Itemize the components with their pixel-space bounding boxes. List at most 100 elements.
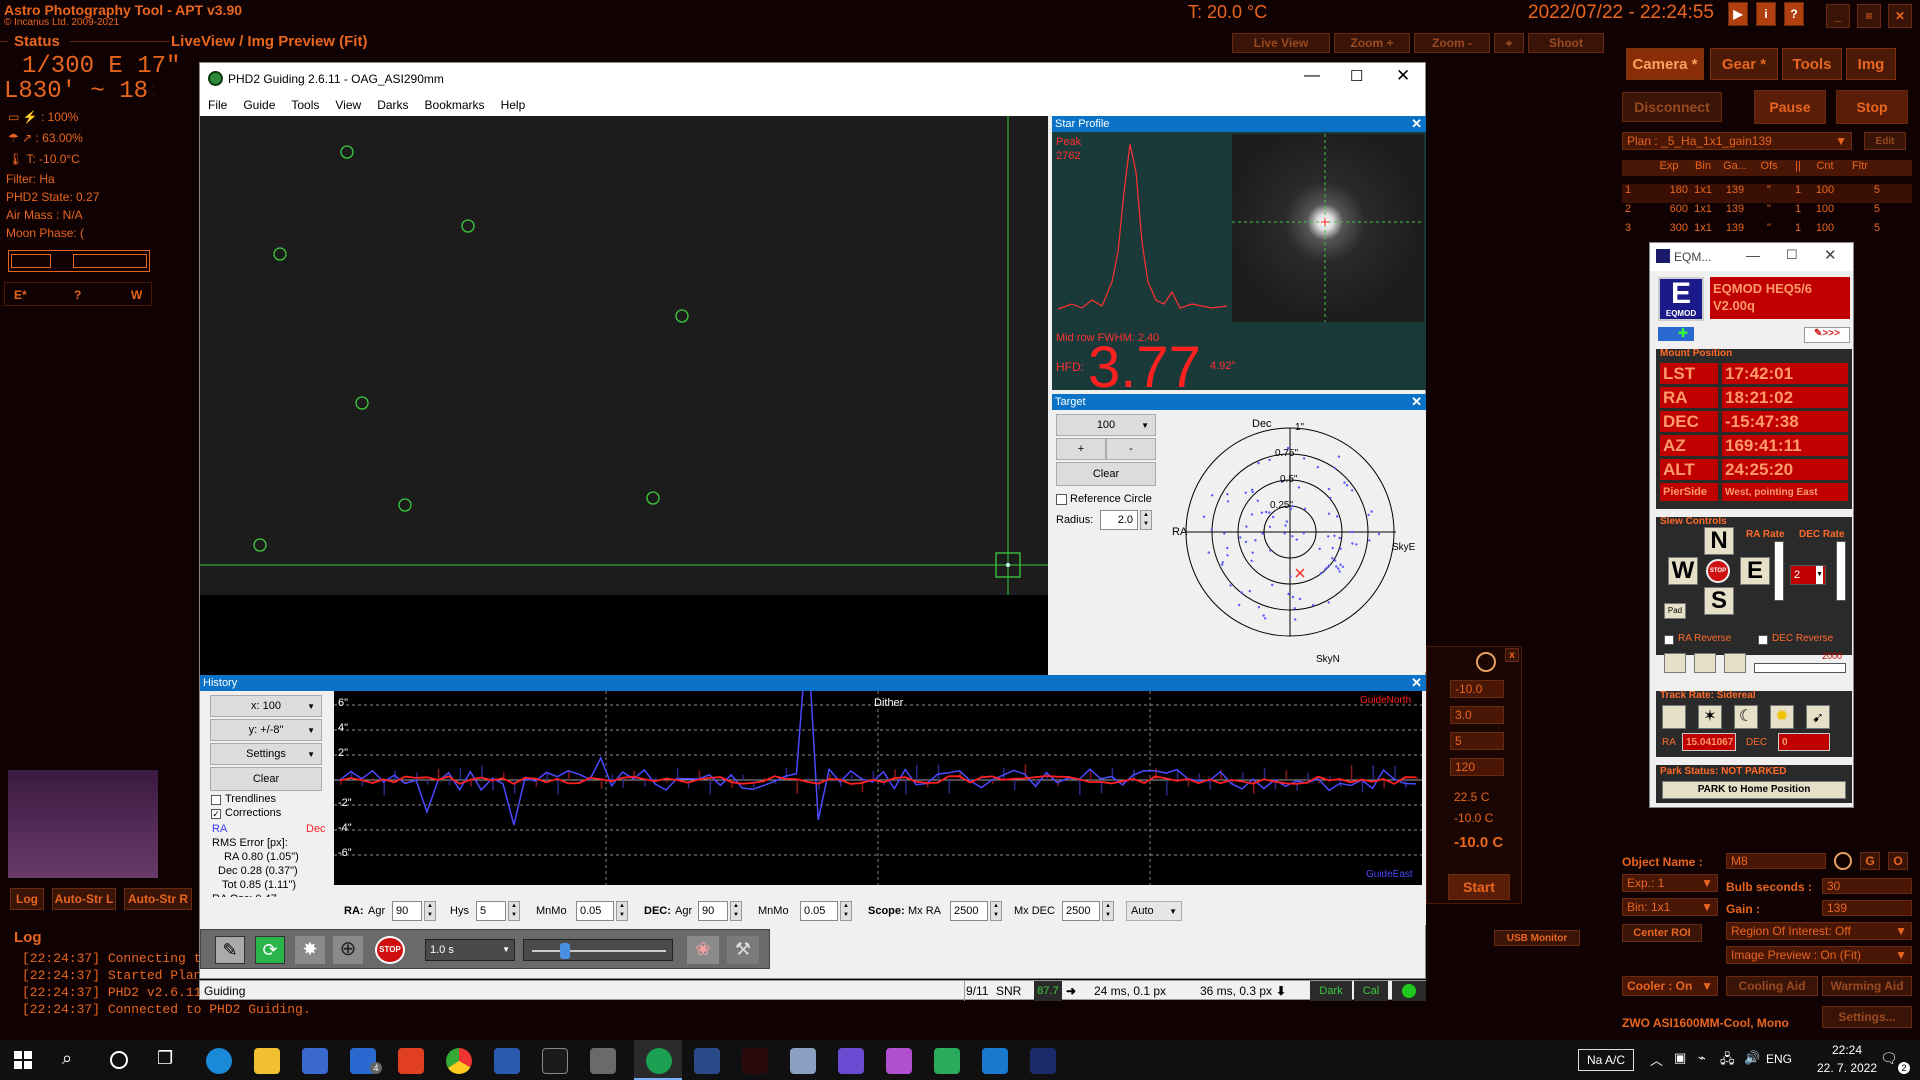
rate-select[interactable]: 2 ▼ <box>1790 565 1826 585</box>
guide-mode-select[interactable]: Auto ▼ <box>1126 901 1182 921</box>
zoom-in-button[interactable]: Zoom + <box>1334 33 1410 53</box>
cortana-icon[interactable] <box>110 1051 128 1069</box>
tray-chevron-icon[interactable]: ︿ <box>1650 1050 1663 1069</box>
loop-icon[interactable]: ⟳ <box>255 936 285 964</box>
minimize-icon[interactable]: — <box>1304 67 1320 85</box>
apt-taskbar-icon[interactable] <box>742 1048 768 1074</box>
cooler-select[interactable]: Cooler : On ▼ <box>1622 976 1718 996</box>
help-icon[interactable]: ? <box>1784 2 1804 26</box>
corrections-checkbox[interactable]: ✓ <box>211 809 221 819</box>
history-settings-select[interactable]: Settings ▼ <box>210 743 322 765</box>
track-stop-icon[interactable] <box>1662 705 1686 729</box>
ref-circle-checkbox[interactable] <box>1056 494 1067 505</box>
dec-agr-spinner[interactable]: ▲ ▼ <box>730 901 742 921</box>
table-row[interactable]: 3 300 1x1 139 " 1 100 5 <box>1622 222 1912 241</box>
close-icon[interactable]: x <box>1505 648 1519 662</box>
clock-time[interactable]: 22:24 <box>1812 1043 1882 1057</box>
shoot-button[interactable]: Shoot <box>1528 33 1604 53</box>
ra-hys-spinner[interactable]: ▲ ▼ <box>508 901 520 921</box>
o-button[interactable]: O <box>1888 852 1908 870</box>
dec-rate-slider[interactable] <box>1836 541 1846 601</box>
mxra-input[interactable]: 2500 <box>950 901 988 921</box>
search-icon[interactable]: ⌕ <box>62 1048 72 1069</box>
menu-help[interactable]: Help <box>493 98 534 112</box>
target-clear-button[interactable]: Clear <box>1056 462 1156 486</box>
stop-button[interactable]: Stop <box>1836 90 1908 124</box>
close-icon[interactable]: ✕ <box>1411 116 1422 132</box>
ra-hys-input[interactable]: 5 <box>476 901 506 921</box>
settings-button[interactable]: Settings... <box>1822 1006 1912 1028</box>
app-icon[interactable] <box>790 1048 816 1074</box>
menu-guide[interactable]: Guide <box>235 98 283 112</box>
guide-image-area[interactable] <box>200 116 1048 736</box>
menu-view[interactable]: View <box>327 98 369 112</box>
auto-str-r-button[interactable]: Auto-Str R <box>124 888 192 910</box>
spiral-icon[interactable] <box>1724 653 1746 673</box>
park-button[interactable]: PARK to Home Position <box>1662 781 1846 799</box>
maximize-icon[interactable]: ≡ <box>1857 4 1881 28</box>
close-icon[interactable]: ✕ <box>1824 246 1837 264</box>
store-icon[interactable] <box>302 1048 328 1074</box>
close-icon[interactable]: ✕ <box>1396 66 1410 86</box>
target-zoom-in-button[interactable]: + <box>1056 438 1106 460</box>
ra-agr-input[interactable]: 90 <box>392 901 422 921</box>
app-icon[interactable] <box>934 1048 960 1074</box>
crosshair-icon[interactable]: ⌖ <box>1494 33 1524 53</box>
mxdec-spinner[interactable]: ▲ ▼ <box>1102 901 1114 921</box>
slew-north-button[interactable]: N <box>1704 527 1734 555</box>
cooling-field[interactable]: -10.0 <box>1450 680 1504 698</box>
ra-agr-spinner[interactable]: ▲ ▼ <box>424 901 436 921</box>
loop-pencil-icon[interactable]: ✎ <box>215 936 245 964</box>
exposure-select[interactable]: 1.0 s ▼ <box>425 939 515 961</box>
gain-field[interactable]: 139 <box>1822 900 1912 916</box>
vscode-icon[interactable] <box>982 1048 1008 1074</box>
grid-icon[interactable] <box>1694 653 1716 673</box>
close-icon[interactable]: ✕ <box>1411 394 1422 410</box>
plan-edit-button[interactable]: Edit <box>1864 132 1906 150</box>
brain-icon[interactable]: ❀ <box>687 936 719 964</box>
track-solar-icon[interactable]: ✹ <box>1770 705 1794 729</box>
wrench-icon[interactable]: ⚒ <box>727 936 759 964</box>
phd2-taskbar-icon[interactable] <box>646 1048 672 1074</box>
save-icon[interactable] <box>494 1048 520 1074</box>
edge-icon[interactable] <box>206 1048 232 1074</box>
ascom-icon[interactable] <box>542 1048 568 1074</box>
pad-button[interactable]: Pad <box>1664 603 1686 619</box>
start-button[interactable]: Start <box>1448 874 1510 900</box>
speed-slider[interactable] <box>1754 663 1846 673</box>
radius-spinner[interactable]: ▲ ▼ <box>1140 510 1152 530</box>
language-indicator[interactable]: ENG <box>1766 1052 1792 1066</box>
add-icon[interactable]: ✚ <box>1658 327 1694 341</box>
slew-west-button[interactable]: W <box>1668 557 1698 585</box>
network-indicator[interactable]: Na A/C <box>1578 1049 1634 1071</box>
auto-select-star-icon[interactable]: ✸ <box>295 936 325 964</box>
slider-thumb[interactable] <box>560 943 570 959</box>
task-view-icon[interactable]: ❐ <box>157 1048 173 1069</box>
expand-icon[interactable]: ✎>>> <box>1804 327 1850 343</box>
play-icon[interactable]: ▶ <box>1728 2 1748 26</box>
mxra-spinner[interactable]: ▲ ▼ <box>990 901 1002 921</box>
app-icon[interactable] <box>694 1048 720 1074</box>
history-clear-button[interactable]: Clear <box>210 767 322 791</box>
notification-icon[interactable]: 🗨 <box>1880 1050 1898 1067</box>
maximize-icon[interactable]: ☐ <box>1786 247 1798 263</box>
dec-mnmo-input[interactable]: 0.05 <box>800 901 838 921</box>
menu-tools[interactable]: Tools <box>283 98 327 112</box>
center-roi-button[interactable]: Center ROI <box>1622 924 1702 942</box>
clock-date[interactable]: 22. 7. 2022 <box>1806 1061 1888 1075</box>
bulb-field[interactable]: 30 <box>1822 878 1912 894</box>
radius-input[interactable]: 2.0 <box>1100 510 1138 530</box>
app-icon[interactable] <box>398 1048 424 1074</box>
windows-start-icon[interactable] <box>14 1051 32 1069</box>
track-custom-icon[interactable]: ➹ <box>1806 705 1830 729</box>
cooling-aid-button[interactable]: Cooling Aid <box>1726 976 1818 996</box>
cooling-field[interactable]: 120 <box>1450 758 1504 776</box>
slew-south-button[interactable]: S <box>1704 587 1734 615</box>
zoom-out-button[interactable]: Zoom - <box>1414 33 1490 53</box>
warming-aid-button[interactable]: Warming Aid <box>1822 976 1912 996</box>
cooling-field[interactable]: 5 <box>1450 732 1504 750</box>
chrome-icon[interactable] <box>446 1048 472 1074</box>
track-lunar-icon[interactable]: ☾ <box>1734 705 1758 729</box>
slew-east-button[interactable]: E <box>1740 557 1770 585</box>
mxdec-input[interactable]: 2500 <box>1062 901 1100 921</box>
